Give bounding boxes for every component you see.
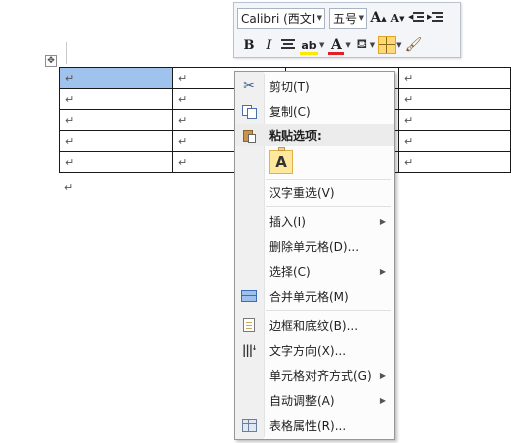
menu-item-label: 选择(C) <box>269 264 311 279</box>
copy-icon <box>241 103 257 119</box>
menu-item-label: 汉字重选(V) <box>269 185 335 200</box>
table-cell[interactable]: ↵ <box>397 151 511 173</box>
keep-text-only-button[interactable]: A <box>269 147 293 174</box>
menu-item-select[interactable]: 选择(C) ▶ <box>235 260 394 282</box>
chevron-down-icon[interactable]: ▼ <box>396 41 401 49</box>
grow-font-icon: A <box>370 10 382 26</box>
menu-item-label: 表格属性(R)... <box>269 418 347 433</box>
chevron-down-icon[interactable]: ▼ <box>319 41 324 49</box>
center-align-button[interactable] <box>280 35 296 55</box>
shrink-font-button[interactable]: A ▼ <box>390 8 405 28</box>
format-painter-button[interactable]: 🖌 <box>405 36 423 54</box>
table-cell[interactable]: ↵ <box>397 67 511 89</box>
menu-item-label: 文字方向(X)... <box>269 343 347 358</box>
highlight-button[interactable]: ab <box>299 35 319 55</box>
table-cell-selected[interactable]: ↵ <box>59 67 173 89</box>
menu-item-label: 删除单元格(D)... <box>269 239 360 254</box>
menu-item-merge-cells[interactable]: 合并单元格(M) <box>235 285 394 307</box>
crop-mark <box>66 42 67 64</box>
menu-separator <box>266 310 391 311</box>
font-name-value: Calibri (西文Ⅰ <box>241 11 316 26</box>
borders-button[interactable] <box>378 35 397 55</box>
table-cell[interactable]: ↵ <box>397 88 511 110</box>
menu-item-label: 合并单元格(M) <box>269 289 349 304</box>
menu-item-label: 自动调整(A) <box>269 393 335 408</box>
font-size-combobox[interactable]: 五号 ▼ <box>329 7 367 29</box>
submenu-arrow-icon: ▶ <box>379 216 386 226</box>
context-menu: ✂ 剪切(T) 复制(C) 粘贴选项: A 汉字重选(V) 插入(I) ▶ 删除… <box>234 71 395 440</box>
table-cell[interactable]: ↵ <box>397 130 511 152</box>
menu-item-label: 粘贴选项: <box>269 128 322 143</box>
highlight-color-bar <box>300 52 318 55</box>
scissors-icon: ✂ <box>243 78 255 94</box>
increase-indent-button[interactable]: ▶ <box>427 8 443 28</box>
clipboard-clip-icon <box>278 147 285 151</box>
chevron-down-icon[interactable]: ▼ <box>345 41 350 49</box>
menu-item-paste-options: 粘贴选项: <box>235 124 394 146</box>
menu-item-label: 剪切(T) <box>269 79 310 94</box>
highlight-icon: ab <box>301 38 317 52</box>
submenu-arrow-icon: ▶ <box>379 395 386 405</box>
font-color-icon: A <box>330 37 342 53</box>
increase-indent-icon: ▶ <box>427 11 443 25</box>
table-cell[interactable]: ↵ <box>59 130 173 152</box>
borders-icon <box>378 36 397 54</box>
submenu-arrow-icon: ▶ <box>379 370 386 380</box>
chevron-down-icon[interactable]: ▼ <box>370 41 375 49</box>
decrease-indent-icon: ◀ <box>408 11 424 25</box>
borders-shading-icon <box>241 317 257 333</box>
menu-separator <box>266 206 391 207</box>
paste-icon <box>241 127 257 143</box>
chevron-down-icon[interactable]: ▼ <box>359 14 364 22</box>
font-name-combobox[interactable]: Calibri (西文Ⅰ ▼ <box>237 7 325 29</box>
menu-item-text-direction[interactable]: |||ꜜ 文字方向(X)... <box>235 339 394 361</box>
bold-button[interactable]: B <box>240 35 258 55</box>
table-properties-icon <box>241 417 257 433</box>
menu-item-delete-cells[interactable]: 删除单元格(D)... <box>235 235 394 257</box>
table-move-handle-icon[interactable]: ✥ <box>45 55 57 67</box>
menu-item-label: 单元格对齐方式(G) <box>269 368 372 383</box>
menu-item-borders-shading[interactable]: 边框和底纹(B)... <box>235 314 394 336</box>
menu-item-label: 复制(C) <box>269 104 311 119</box>
submenu-arrow-icon: ▶ <box>379 266 386 276</box>
mini-toolbar-row-1: Calibri (西文Ⅰ ▼ 五号 ▼ A ▲ A ▼ ◀ ▶ <box>237 6 443 30</box>
font-color-button[interactable]: A <box>327 35 345 55</box>
table-cell[interactable]: ↵ <box>59 88 173 110</box>
menu-separator <box>266 179 391 180</box>
merge-cells-icon <box>241 288 257 304</box>
text-direction-icon: |||ꜜ <box>242 343 257 357</box>
table-cell[interactable]: ↵ <box>59 109 173 131</box>
paintbrush-icon: 🖌 <box>404 37 423 53</box>
menu-item-cell-alignment[interactable]: 单元格对齐方式(G) ▶ <box>235 364 394 386</box>
decrease-indent-button[interactable]: ◀ <box>408 8 424 28</box>
grow-font-button[interactable]: A ▲ <box>370 8 387 28</box>
menu-item-table-properties[interactable]: 表格属性(R)... <box>235 414 394 436</box>
mini-toolbar: Calibri (西文Ⅰ ▼ 五号 ▼ A ▲ A ▼ ◀ ▶ B I ab ▼… <box>233 2 461 58</box>
mini-toolbar-row-2: B I ab ▼ A ▼ ⛾ ▼ ▼ 🖌 <box>237 34 423 56</box>
menu-item-cut[interactable]: ✂ 剪切(T) <box>235 75 394 97</box>
paint-bucket-icon: ⛾ <box>356 36 368 52</box>
menu-item-label: 边框和底纹(B)... <box>269 318 359 333</box>
font-color-bar <box>328 52 345 55</box>
shrink-font-icon: A <box>390 11 400 25</box>
center-align-icon <box>280 39 296 51</box>
menu-item-label: 插入(I) <box>269 214 306 229</box>
menu-item-autofit[interactable]: 自动调整(A) ▶ <box>235 389 394 411</box>
paragraph-mark: ↵ <box>64 181 74 194</box>
italic-button[interactable]: I <box>261 35 277 55</box>
menu-item-copy[interactable]: 复制(C) <box>235 100 394 122</box>
chevron-down-icon[interactable]: ▼ <box>317 14 322 22</box>
table-cell[interactable]: ↵ <box>59 151 173 173</box>
menu-item-reconvert[interactable]: 汉字重选(V) <box>235 181 394 203</box>
font-size-value: 五号 <box>333 11 358 26</box>
table-cell[interactable]: ↵ <box>397 109 511 131</box>
keep-text-only-icon: A <box>275 153 287 171</box>
menu-item-insert[interactable]: 插入(I) ▶ <box>235 210 394 232</box>
shading-button[interactable]: ⛾ <box>354 36 370 54</box>
